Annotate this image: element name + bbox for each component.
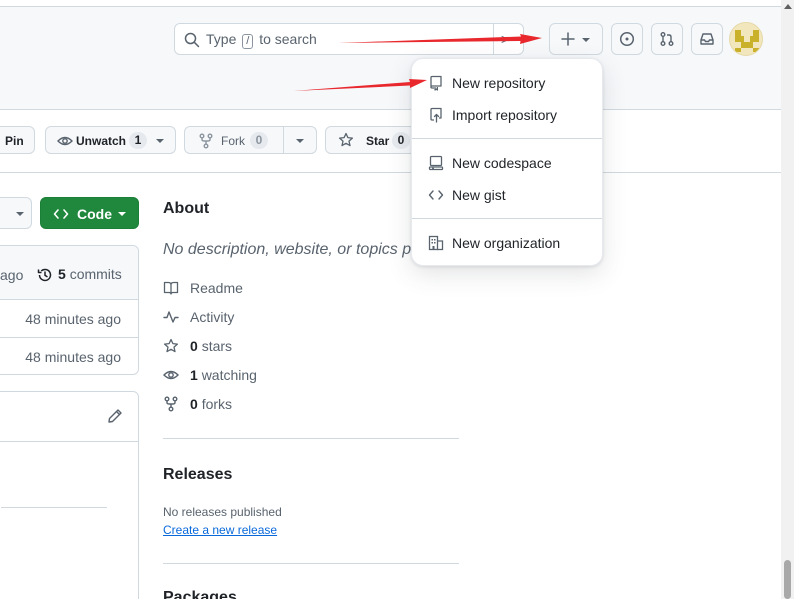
inbox-icon (700, 33, 714, 45)
code-button[interactable]: Code (40, 197, 139, 229)
vertical-scrollbar[interactable] (781, 0, 794, 599)
file-row[interactable]: 48 minutes ago (0, 338, 138, 376)
repo-header-divider (0, 172, 781, 173)
forks-count: 0 (190, 396, 198, 412)
menu-item-new-organization[interactable]: New organization (412, 227, 602, 259)
github-repo-page: Type / to search > Pin Unwatch 1 Fork 0 … (0, 0, 794, 599)
about-heading: About (163, 200, 210, 217)
latest-commit-bar: ago 5 commits (0, 246, 138, 300)
menu-item-label: New gist (452, 187, 506, 203)
releases-heading[interactable]: Releases (163, 466, 232, 484)
file-row-time: 48 minutes ago (25, 311, 121, 327)
fork-label: Fork (221, 134, 245, 148)
search-divider (493, 24, 494, 54)
create-new-button[interactable] (549, 23, 603, 55)
watch-label: Unwatch (76, 134, 127, 148)
code-icon (53, 209, 69, 219)
menu-divider (412, 138, 602, 139)
search-input[interactable]: Type / to search > (174, 23, 524, 55)
code-icon (428, 190, 444, 200)
readme-rule (1, 507, 107, 508)
about-description: No description, website, or topics pro (163, 241, 426, 258)
pencil-icon[interactable] (107, 408, 123, 424)
watching-label: watching (201, 367, 257, 383)
readme-label: Readme (190, 280, 243, 296)
menu-item-new-codespace[interactable]: New codespace (412, 147, 602, 179)
codespace-icon (428, 155, 444, 171)
menu-item-label: New repository (452, 75, 546, 91)
scrollbar-thumb[interactable] (784, 560, 791, 599)
menu-item-import-repository[interactable]: Import repository (412, 99, 602, 131)
sidebar-divider (163, 563, 459, 564)
star-icon (163, 338, 179, 353)
search-icon (184, 32, 200, 48)
commits-count: 5 (58, 266, 66, 282)
menu-item-label: Import repository (452, 107, 558, 123)
command-palette-icon[interactable]: > (501, 31, 509, 47)
eye-icon (57, 136, 73, 146)
global-header: Type / to search > (0, 6, 781, 110)
chevron-down-icon (582, 38, 590, 42)
fork-icon (199, 133, 213, 149)
stars-count: 0 (190, 338, 198, 354)
git-pull-request-icon (660, 32, 674, 46)
menu-item-label: New organization (452, 235, 561, 251)
fork-counter: 0 (250, 132, 268, 149)
menu-item-label: New codespace (452, 155, 552, 171)
fork-button[interactable]: Fork 0 (184, 126, 317, 154)
packages-heading[interactable]: Packages (163, 589, 237, 599)
releases-empty-text: No releases published (163, 505, 282, 519)
watch-counter: 1 (129, 132, 147, 149)
chevron-down-icon (296, 139, 304, 143)
book-icon (163, 281, 179, 295)
fork-divider (283, 127, 284, 153)
plus-icon (561, 32, 575, 46)
organization-icon (428, 235, 444, 251)
fork-icon (164, 396, 178, 412)
star-button[interactable]: Star 0 (325, 126, 425, 154)
eye-icon (163, 370, 179, 380)
identicon-image (735, 30, 759, 52)
stars-label: stars (201, 338, 233, 354)
file-browser: ago 5 commits 48 minutes ago 48 minutes … (0, 245, 139, 375)
watching-count: 1 (190, 367, 198, 383)
readme-header-divider (0, 441, 138, 442)
issues-button[interactable] (611, 23, 643, 55)
file-row-time: 48 minutes ago (25, 349, 121, 365)
latest-commit-time: ago (0, 267, 24, 283)
add-file-button[interactable] (0, 197, 32, 229)
star-counter: 0 (392, 132, 410, 149)
avatar[interactable] (729, 22, 763, 56)
repo-push-icon (430, 107, 442, 123)
menu-item-new-repository[interactable]: New repository (412, 67, 602, 99)
history-icon (37, 268, 52, 282)
forks-label: forks (201, 396, 233, 412)
star-icon (338, 132, 354, 147)
commits-label: commits (69, 266, 122, 282)
inbox-button[interactable] (691, 23, 723, 55)
watch-button[interactable]: Unwatch 1 (45, 126, 176, 154)
create-release-link[interactable]: Create a new release (163, 523, 277, 537)
menu-item-new-gist[interactable]: New gist (412, 179, 602, 211)
sidebar-divider (163, 438, 459, 439)
star-label: Star (366, 134, 390, 148)
menu-divider (412, 218, 602, 219)
chevron-down-icon (16, 212, 24, 216)
activity-label: Activity (190, 309, 235, 325)
create-new-menu: New repository Import repository New cod… (411, 58, 603, 266)
repo-icon (430, 75, 442, 91)
chevron-down-icon (156, 139, 164, 143)
code-button-label: Code (77, 206, 112, 222)
scroll-up-arrow-icon[interactable] (784, 4, 792, 9)
search-placeholder: Type / to search (206, 31, 317, 49)
chevron-down-icon (118, 212, 126, 216)
pin-button[interactable]: Pin (0, 126, 35, 154)
pin-label: Pin (5, 134, 24, 148)
pulse-icon (163, 311, 179, 323)
file-row[interactable]: 48 minutes ago (0, 300, 138, 338)
pull-requests-button[interactable] (651, 23, 683, 55)
readme-panel (0, 391, 139, 599)
issue-opened-icon (619, 31, 635, 47)
search-shortcut-key: / (242, 34, 254, 49)
